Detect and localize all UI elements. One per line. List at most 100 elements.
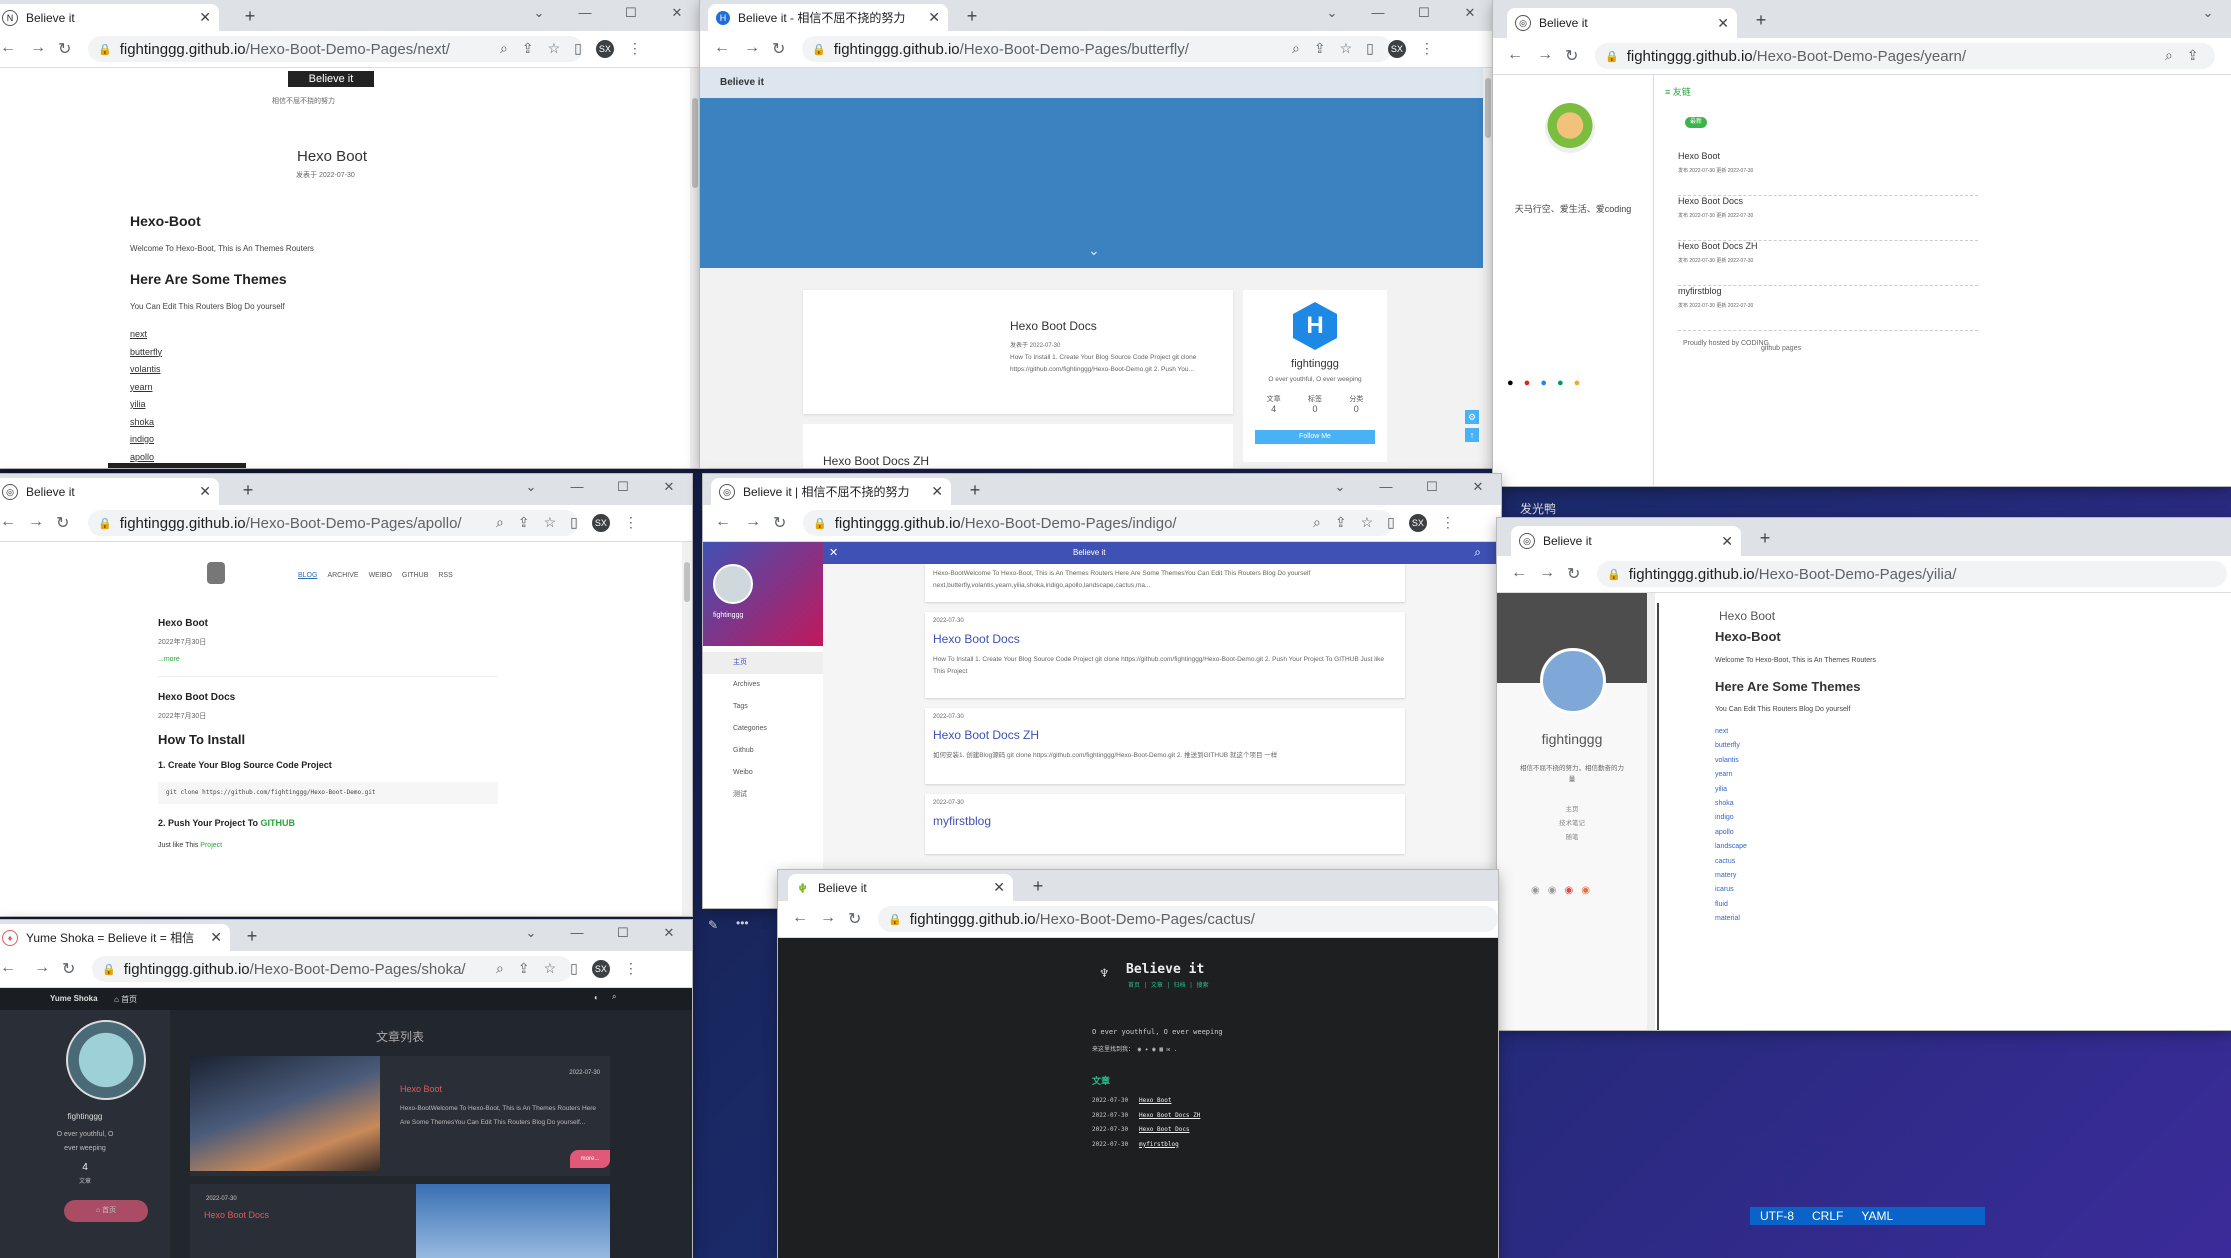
link-material[interactable]: material — [1715, 912, 1747, 926]
minimize-button[interactable]: — — [554, 920, 600, 948]
reload-icon[interactable]: ↻ — [848, 909, 861, 929]
address-bar[interactable]: 🔒 fightinggg.github.io/Hexo-Boot-Demo-Pag… — [1597, 561, 2227, 587]
sidebar-item-home[interactable]: 主页 — [1497, 803, 1647, 817]
back-to-top-icon[interactable]: ↑ — [1465, 428, 1479, 442]
list-item[interactable]: 2022-07-30 Hexo Boot — [1092, 1094, 1200, 1109]
tag-latest[interactable]: 最新 — [1685, 117, 1707, 128]
search-icon[interactable]: ⌕ — [1474, 545, 1481, 560]
post-title[interactable]: Hexo Boot — [1678, 151, 1978, 161]
zoom-icon[interactable]: ⌕ — [2165, 47, 2173, 64]
address-bar[interactable]: 🔒 fightinggg.github.io/Hexo-Boot-Demo-Pag… — [803, 510, 1393, 536]
scrollbar[interactable] — [1483, 68, 1493, 468]
forward-arrow-icon[interactable]: → — [28, 513, 44, 531]
post-title[interactable]: Hexo Boot — [1719, 609, 1775, 623]
scrollbar-thumb[interactable] — [1485, 78, 1491, 138]
link-butterfly[interactable]: butterfly — [130, 344, 162, 362]
status-eol[interactable]: CRLF — [1812, 1209, 1843, 1223]
close-tab-icon[interactable]: ✕ — [993, 879, 1005, 896]
post-title[interactable]: Hexo Boot Docs ZH — [1678, 241, 1978, 251]
menu-archive[interactable]: ARCHIVE — [327, 572, 358, 579]
github-link[interactable]: GITHUB — [261, 818, 296, 828]
list-item[interactable]: 2022-07-30 Hexo Boot Docs ZH — [1092, 1109, 1200, 1124]
new-tab-button[interactable]: + — [1749, 8, 1773, 32]
new-tab-button[interactable]: + — [963, 478, 987, 502]
link-yilia[interactable]: yilia — [1715, 783, 1747, 797]
sidebar-item-essay[interactable]: 随笔 — [1497, 831, 1647, 845]
reload-icon[interactable]: ↻ — [772, 39, 785, 59]
avatar[interactable] — [66, 1020, 146, 1100]
next-post-card[interactable]: Hexo Boot Docs ZH — [803, 424, 1233, 468]
chevron-down-icon[interactable]: ⌄ — [508, 920, 554, 948]
maximize-button[interactable]: ☐ — [600, 920, 646, 948]
star-icon[interactable]: ☆ — [1340, 40, 1353, 58]
post-card-2[interactable]: 2022-07-30 Hexo Boot Docs — [190, 1184, 610, 1258]
reload-icon[interactable]: ↻ — [773, 513, 786, 533]
link-shoka[interactable]: shoka — [1715, 797, 1747, 811]
forward-arrow-icon[interactable]: → — [1537, 46, 1553, 64]
reload-icon[interactable]: ↻ — [56, 513, 69, 533]
link-yearn[interactable]: yearn — [1715, 768, 1747, 782]
star-icon[interactable]: ☆ — [544, 960, 557, 978]
link-volantis[interactable]: volantis — [1715, 754, 1747, 768]
tab-active[interactable]: ◎ Believe it ✕ — [0, 478, 219, 505]
new-tab-button[interactable]: + — [960, 4, 984, 28]
post-card-2[interactable]: 2022-07-30 Hexo Boot Docs ZH 如何安装1. 创建Bl… — [925, 708, 1405, 784]
site-badge[interactable]: Believe it — [288, 71, 374, 87]
link-next[interactable]: next — [1715, 725, 1747, 739]
post-card[interactable]: Hexo Boot Docs 发表于 2022-07-30 How To Ins… — [803, 290, 1233, 414]
star-icon[interactable]: ☆ — [1361, 514, 1374, 532]
post-title[interactable]: Hexo Boot Docs ZH — [1139, 1112, 1200, 1119]
scrollbar-thumb[interactable] — [684, 562, 690, 602]
post-count[interactable]: 4 — [0, 1162, 170, 1173]
sidebar-item-categories[interactable]: Categories — [703, 718, 823, 740]
site-title[interactable]: Believe it — [1126, 962, 1204, 977]
sidebar-item-github[interactable]: Github — [703, 740, 823, 762]
link-next[interactable]: next — [130, 326, 162, 344]
sf-icon[interactable]: ● — [1557, 377, 1564, 389]
sidebar-icon[interactable]: ▯ — [570, 514, 578, 532]
new-tab-button[interactable]: + — [240, 924, 264, 948]
avatar[interactable] — [1545, 103, 1595, 153]
maximize-button[interactable]: ☐ — [1401, 0, 1447, 28]
nav-friends[interactable]: ≡ 友链 — [1665, 85, 1691, 98]
profile-avatar[interactable]: SX — [1387, 40, 1406, 58]
close-tab-icon[interactable]: ✕ — [1721, 533, 1733, 550]
github-icon[interactable]: ● — [1507, 377, 1514, 389]
follow-button[interactable]: Follow Me — [1255, 430, 1375, 444]
link-butterfly[interactable]: butterfly — [1715, 739, 1747, 753]
list-item[interactable]: 2022-07-30 myfirstblog — [1092, 1138, 1200, 1153]
back-arrow-icon[interactable]: ← — [0, 959, 16, 977]
github-pages-badge[interactable]: github pages — [1761, 345, 1801, 352]
share-icon[interactable]: ⇪ — [522, 40, 534, 58]
close-button[interactable]: ✕ — [1455, 474, 1501, 502]
back-arrow-icon[interactable]: ← — [792, 909, 808, 927]
sidebar-item-archives[interactable]: Archives — [703, 674, 823, 696]
maximize-button[interactable]: ☐ — [608, 0, 654, 28]
link-indigo[interactable]: indigo — [1715, 811, 1747, 825]
close-button[interactable]: ✕ — [1447, 0, 1493, 28]
site-name[interactable]: Believe it — [720, 77, 764, 88]
back-arrow-icon[interactable]: ← — [0, 39, 16, 57]
menu-rss[interactable]: RSS — [438, 572, 452, 579]
forward-arrow-icon[interactable]: → — [30, 39, 46, 57]
profile-avatar[interactable]: SX — [1408, 514, 1427, 532]
close-button[interactable]: ✕ — [654, 0, 700, 28]
share-icon[interactable]: ⇪ — [1314, 40, 1326, 58]
back-arrow-icon[interactable]: ← — [715, 513, 731, 531]
sidebar-item-test[interactable]: 测试 — [703, 784, 823, 806]
search-icon[interactable]: ⌕ — [612, 992, 616, 1002]
site-nav[interactable]: 首页 | 文章 | 归档 | 搜索 — [1128, 980, 1209, 989]
link-matery[interactable]: matery — [1715, 869, 1747, 883]
forward-arrow-icon[interactable]: → — [744, 39, 760, 57]
scrollbar[interactable] — [682, 542, 692, 916]
post-card-0[interactable]: Hexo-BootWelcome To Hexo-Boot, This is A… — [925, 564, 1405, 602]
reload-icon[interactable]: ↻ — [58, 39, 71, 59]
zoom-icon[interactable]: ⌕ — [1292, 40, 1300, 58]
star-icon[interactable]: ☆ — [548, 40, 561, 58]
share-icon[interactable]: ⇪ — [518, 960, 530, 978]
tab-active[interactable]: ◎ Believe it | 相信不屈不挠的努力 ✕ — [711, 478, 951, 505]
address-bar[interactable]: 🔒 fightinggg.github.io/Hexo-Boot-Demo-Pag… — [1595, 43, 2215, 69]
post-title[interactable]: Hexo Boot — [400, 1084, 442, 1094]
new-tab-button[interactable]: + — [1753, 526, 1777, 550]
weibo-icon[interactable]: ◉ — [1564, 885, 1573, 896]
